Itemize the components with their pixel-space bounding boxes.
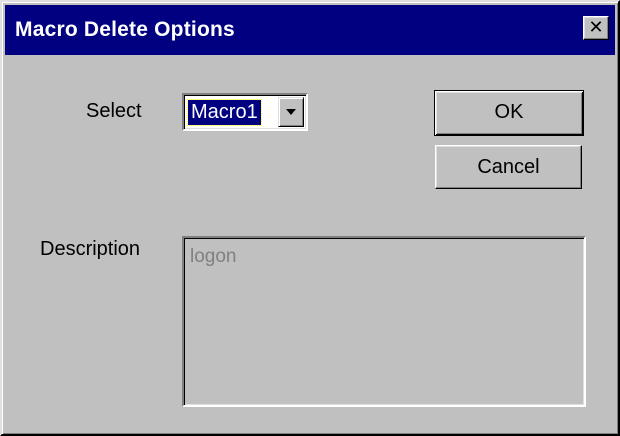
title-bar[interactable]: Macro Delete Options ✕ xyxy=(5,5,615,55)
description-label: Description xyxy=(40,238,141,260)
close-button[interactable]: ✕ xyxy=(583,16,609,40)
ok-button[interactable]: OK xyxy=(434,90,584,136)
cancel-button[interactable]: Cancel xyxy=(435,145,582,189)
chevron-down-icon[interactable] xyxy=(278,97,304,127)
macro-delete-dialog: Macro Delete Options ✕ Select Macro1 OK … xyxy=(0,0,620,436)
description-text: logon xyxy=(190,246,237,267)
macro-select-value[interactable]: Macro1 xyxy=(187,99,262,126)
select-label: Select xyxy=(86,100,142,122)
description-field: logon xyxy=(182,236,586,407)
macro-select-dropdown[interactable]: Macro1 xyxy=(182,93,308,131)
dialog-title: Macro Delete Options xyxy=(15,18,235,41)
close-icon: ✕ xyxy=(588,17,604,38)
